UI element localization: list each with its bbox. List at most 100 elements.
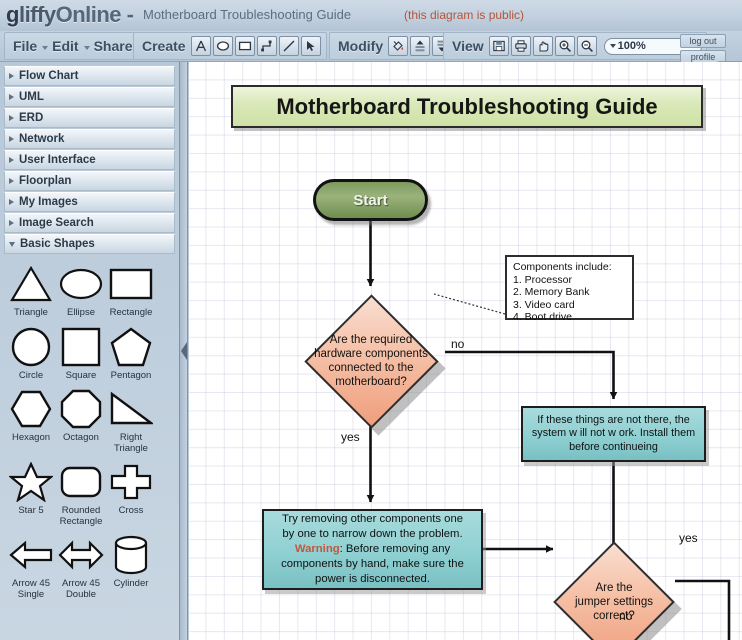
edge-label-yes-1: yes	[341, 430, 360, 444]
hexagon-shape	[10, 386, 52, 432]
sidebar-item-erd[interactable]: ERD	[4, 108, 175, 128]
text-icon[interactable]	[190, 36, 211, 56]
try-removing-components-box[interactable]: Try removing other components one by one…	[262, 509, 483, 590]
connector-icon[interactable]	[256, 36, 277, 56]
chevron-right-icon	[9, 136, 14, 142]
print-icon[interactable]	[510, 36, 531, 56]
file-menu-label: File	[13, 38, 38, 54]
zoom-out-icon[interactable]	[576, 36, 597, 56]
start-terminator-node[interactable]: Start	[313, 179, 428, 221]
shape-item-label: Ellipse	[67, 307, 95, 318]
decision-node-hardware-connected[interactable]: Are the required hardware components con…	[304, 294, 446, 436]
logo-dash: -	[126, 2, 134, 27]
shape-item-label: Rectangle	[109, 307, 153, 318]
sidebar-item-my-images[interactable]: My Images	[4, 192, 175, 212]
shape-item-label: Cross	[118, 505, 144, 516]
diagram-canvas[interactable]: Motherboard Troubleshooting Guide Start …	[189, 62, 742, 640]
triangle-shape	[10, 261, 52, 307]
collapse-panel-arrow-icon[interactable]	[181, 342, 187, 360]
sidebar-item-image-search[interactable]: Image Search	[4, 213, 175, 233]
chevron-right-icon	[9, 199, 14, 205]
sidebar-item-user-interface[interactable]: User Interface	[4, 150, 175, 170]
shape-item-right-triangle[interactable]: Right Triangle	[106, 386, 156, 454]
gliffy-application-window: gliffyOnline - Motherboard Troubleshooti…	[0, 0, 742, 640]
edge-decision2-yes	[675, 579, 731, 640]
shape-item-triangle[interactable]: Triangle	[6, 261, 56, 319]
chevron-right-icon	[9, 115, 14, 121]
install-components-box[interactable]: If these things are not there, the syste…	[521, 406, 706, 462]
note-item: 3. Video card	[513, 298, 575, 311]
zoom-in-icon[interactable]	[554, 36, 575, 56]
decision-node-label: Are the jumper settings correct?	[553, 549, 675, 640]
logo-online: Online	[55, 2, 122, 27]
octagon-shape	[60, 386, 102, 432]
try-line4: components by hand, make sure the	[281, 558, 464, 570]
shape-item-arrow-single[interactable]: Arrow 45 Single	[6, 532, 56, 600]
shape-item-label: Arrow 45 Double	[61, 578, 100, 600]
main-toolbar: File Edit Share Create Modify View 100% …	[0, 31, 742, 97]
save-icon[interactable]	[488, 36, 509, 56]
create-group-label: Create	[142, 38, 186, 54]
panel-splitter[interactable]	[180, 62, 188, 640]
shape-item-rounded-rectangle[interactable]: Rounded Rectangle	[56, 459, 106, 527]
public-status-note: (this diagram is public)	[404, 8, 525, 22]
app-header: gliffyOnline - Motherboard Troubleshooti…	[0, 0, 742, 31]
pentagon-shape	[110, 324, 152, 370]
decision1-line3: connected to the	[328, 362, 414, 374]
sidebar-item-flow-chart[interactable]: Flow Chart	[4, 66, 175, 86]
shape-item-label: Square	[65, 369, 97, 381]
shape-item-square[interactable]: Square	[56, 324, 106, 382]
shape-item-label: Hexagon	[11, 432, 51, 443]
edit-menu-label: Edit	[52, 38, 79, 54]
sidebar-item-label: Flow Chart	[19, 70, 79, 82]
chevron-right-icon	[9, 73, 14, 79]
shape-item-star5[interactable]: Star 5	[6, 459, 56, 527]
shape-item-hexagon[interactable]: Hexagon	[6, 386, 56, 454]
edge-label-yes-2: yes	[679, 531, 698, 545]
try-line2: by one to narrow down the problem.	[282, 528, 463, 540]
try-line3-rest: : Before removing any	[339, 543, 451, 555]
shape-item-cylinder[interactable]: Cylinder	[106, 532, 156, 600]
shape-item-label: Right Triangle	[114, 432, 148, 454]
chevron-right-icon	[9, 94, 14, 100]
sidebar-item-uml[interactable]: UML	[4, 87, 175, 107]
install-line3: before continueing	[569, 440, 658, 453]
shape-item-rectangle[interactable]: Rectangle	[106, 261, 156, 319]
ellipse-icon[interactable]	[212, 36, 233, 56]
sidebar-item-label: Basic Shapes	[20, 238, 95, 250]
components-note-box[interactable]: Components include: 1. Processor 2. Memo…	[505, 255, 634, 323]
install-line1: If these things are not there, the	[537, 413, 690, 426]
diagram-title-box[interactable]: Motherboard Troubleshooting Guide	[231, 85, 703, 128]
sidebar-item-floorplan[interactable]: Floorplan	[4, 171, 175, 191]
shape-item-cross[interactable]: Cross	[106, 459, 156, 527]
sidebar-item-label: Network	[19, 133, 65, 145]
edit-menu[interactable]: Edit	[48, 38, 90, 54]
select-arrow-icon[interactable]	[300, 36, 321, 56]
bring-to-front-icon[interactable]	[410, 36, 431, 56]
chevron-down-icon	[9, 241, 15, 247]
shape-item-label: Arrow 45 Single	[11, 578, 50, 600]
shape-item-arrow-double[interactable]: Arrow 45 Double	[56, 532, 106, 600]
view-group-label: View	[452, 38, 484, 54]
shape-item-label: Triangle	[14, 307, 48, 318]
decision-node-jumper-settings[interactable]: Are the jumper settings correct?	[553, 541, 682, 640]
shape-item-circle[interactable]: Circle	[6, 324, 56, 382]
file-menu[interactable]: File	[9, 38, 49, 54]
shape-item-octagon[interactable]: Octagon	[56, 386, 106, 454]
line-icon[interactable]	[278, 36, 299, 56]
decision2-line2: jumper settings	[575, 596, 653, 608]
sidebar-item-label: UML	[19, 91, 44, 103]
modify-group: Modify	[329, 32, 459, 60]
rectangle-icon[interactable]	[234, 36, 255, 56]
sidebar-item-label: User Interface	[19, 154, 96, 166]
shape-item-ellipse[interactable]: Ellipse	[56, 261, 106, 319]
try-line5: power is disconnected.	[315, 573, 430, 585]
log-out-button[interactable]: log out	[680, 34, 726, 48]
fill-color-icon[interactable]	[388, 36, 409, 56]
note-item: 4. Boot drive	[513, 311, 572, 324]
sidebar-item-basic-shapes[interactable]: Basic Shapes	[4, 234, 175, 254]
rectangle-shape	[109, 261, 153, 307]
shape-item-pentagon[interactable]: Pentagon	[106, 324, 156, 382]
sidebar-item-network[interactable]: Network	[4, 129, 175, 149]
pan-hand-icon[interactable]	[532, 36, 553, 56]
